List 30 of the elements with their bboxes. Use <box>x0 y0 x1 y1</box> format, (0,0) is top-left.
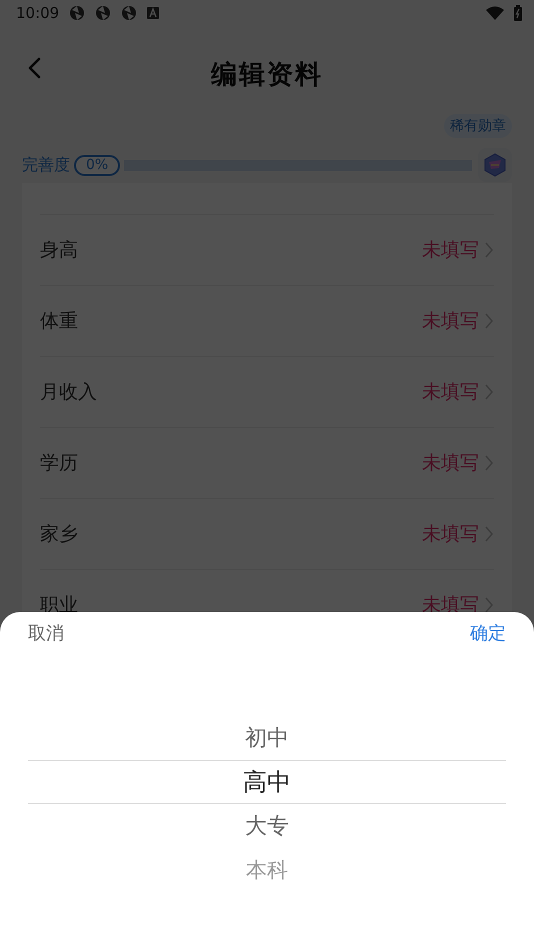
status-time: 10:09 <box>16 4 60 22</box>
row-value[interactable]: 未填写 <box>422 521 479 547</box>
row-value[interactable]: 未填写 <box>422 450 479 476</box>
picker-option[interactable]: 初中 <box>245 723 289 753</box>
badge-label: 稀有勋章 <box>444 114 512 138</box>
notification-icon <box>69 5 86 21</box>
row-value[interactable]: 未填写 <box>422 237 479 263</box>
back-icon[interactable] <box>26 56 42 80</box>
picker-option[interactable]: 高中 <box>243 766 291 798</box>
confirm-button[interactable]: 确定 <box>470 621 506 645</box>
row-label: 月收入 <box>40 380 98 405</box>
completeness-label: 完善度 <box>22 154 70 176</box>
row-value[interactable]: 未填写 <box>422 308 479 334</box>
picker-option[interactable]: 大专 <box>245 811 289 841</box>
notification-icon <box>121 5 138 21</box>
notification-icon <box>95 5 112 21</box>
row-label: 学历 <box>40 451 79 476</box>
row-label: 身高 <box>40 238 79 263</box>
row-label: 家乡 <box>40 522 79 547</box>
page-title: 编辑资料 <box>211 58 323 92</box>
chevron-icon <box>485 597 494 613</box>
wifi-icon <box>486 6 504 20</box>
picker-option[interactable]: 本科 <box>246 856 288 884</box>
battery-icon <box>514 5 522 21</box>
row-label: 体重 <box>40 309 79 334</box>
cancel-button[interactable]: 取消 <box>28 621 64 645</box>
row-value[interactable]: 未填写 <box>422 379 479 405</box>
keyboard-icon <box>147 7 160 19</box>
medal-icon[interactable] <box>483 153 507 177</box>
percent-badge: 0% <box>74 154 120 176</box>
